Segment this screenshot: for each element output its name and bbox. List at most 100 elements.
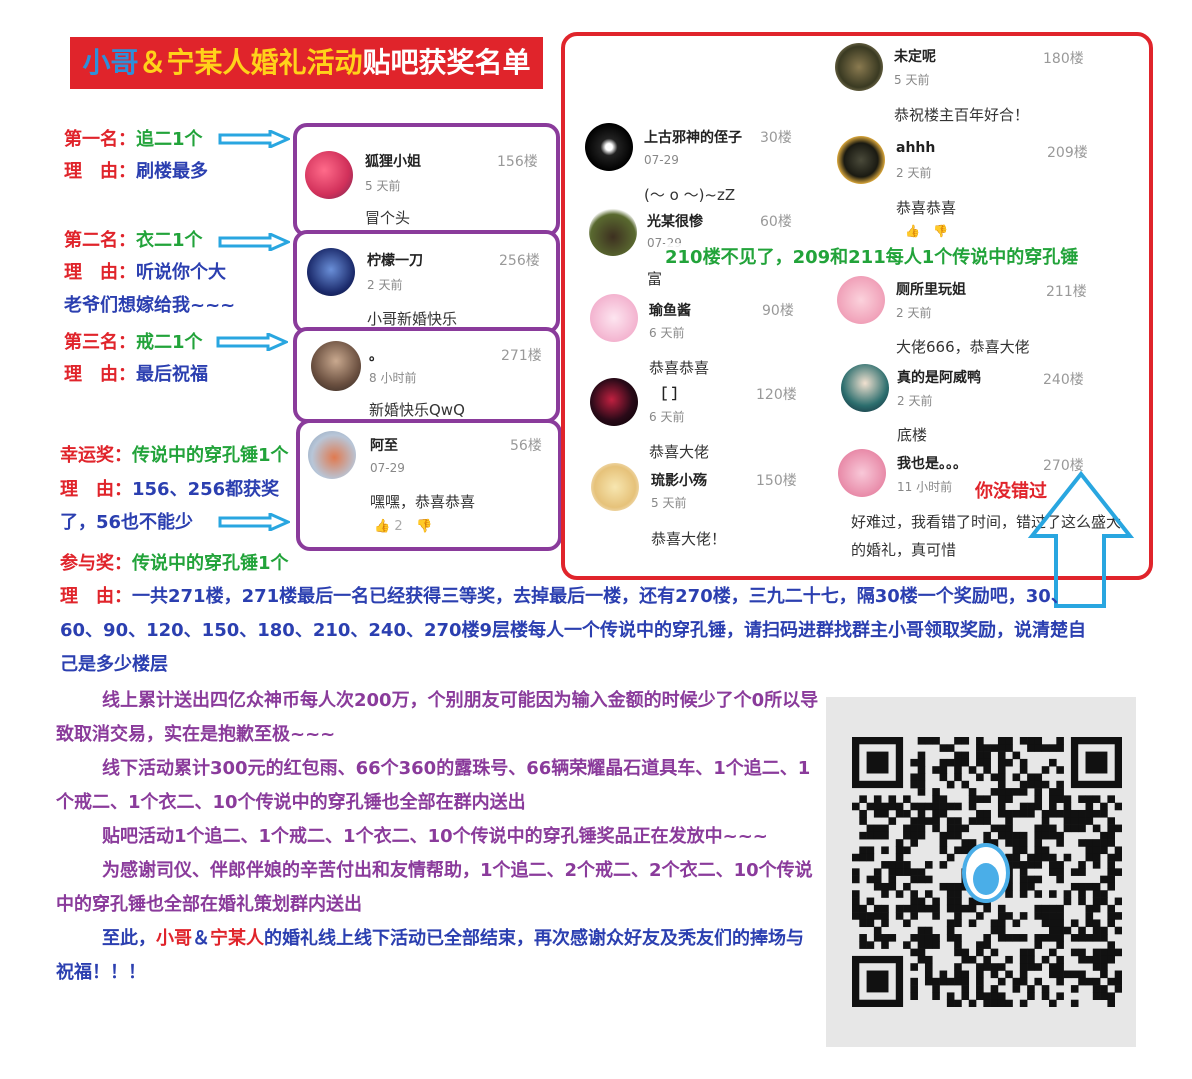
arrow-icon-third (216, 333, 288, 351)
post-time: 5 天前 (365, 179, 401, 193)
lucky-prize-line: 幸运奖：传说中的穿孔锤1个 (60, 444, 289, 468)
lucky-reason-label: 理 由： (60, 479, 132, 500)
arrow-icon-second (218, 233, 290, 251)
paragraph-offline: 线下活动累计300元的红包雨、66个360的露珠号、66辆荣耀晶石道具车、1个追… (56, 758, 811, 813)
post-message: 大佬666，恭喜大佬 (896, 338, 1030, 356)
post-username[interactable]: 光某很惨 (647, 211, 703, 231)
second-prize: 衣二1个 (136, 230, 203, 251)
paragraph-thanks: 为感谢司仪、伴郎伴娘的辛苦付出和友情帮助，1个追二、2个戒二、2个衣二、10个传… (56, 860, 813, 915)
post-floor: 156楼 (497, 154, 538, 170)
post-time: 2 天前 (897, 394, 933, 408)
avatar (311, 341, 361, 391)
post-floor: 256楼 (499, 253, 540, 269)
post-username[interactable]: 未定呢 (894, 46, 936, 66)
first-prize-line: 第一名：追二1个 (64, 128, 203, 152)
third-reason-label: 理 由： (64, 364, 136, 385)
post-floor: 30楼 (760, 130, 792, 146)
post-username[interactable]: 我也是。。。 (897, 453, 967, 473)
lucky-reason-line: 理 由：156、256都获奖 (60, 478, 279, 502)
post-username[interactable]: 阿至 (370, 435, 398, 455)
post-username[interactable]: 上古邪神的侄子 (644, 127, 742, 147)
third-reason: 最后祝福 (136, 364, 208, 385)
post-time: 5 天前 (894, 73, 930, 87)
participation-prize: 传说中的穿孔锤1个 (132, 553, 289, 574)
avatar (589, 208, 637, 256)
title-banner: 小哥＆宁某人婚礼活动贴吧获奖名单 (70, 37, 543, 89)
avatar (308, 431, 356, 479)
post-username[interactable]: 狐狸小姐 (365, 151, 421, 171)
post-username[interactable]: 瑜鱼酱 (649, 300, 691, 320)
closing-c: ＆ (192, 928, 210, 949)
post-time: 8 小时前 (369, 371, 417, 385)
second-prize-line: 第二名：衣二1个 (64, 229, 203, 253)
post-username[interactable]: 真的是阿威鸭 (897, 367, 981, 387)
title-part-1: 小哥 (82, 46, 139, 79)
like-count: 2 (394, 519, 403, 534)
lucky-reason-2: 了，56也不能少 (60, 512, 194, 533)
avatar (838, 449, 886, 497)
avatar (841, 364, 889, 412)
second-reason-1: 听说你个大 (136, 262, 226, 283)
second-reason-2: 老爷们想嫁给我~~~ (64, 295, 236, 316)
post-message: 底楼 (897, 426, 928, 444)
qr-code-panel[interactable] (826, 697, 1136, 1047)
post-floor: 180楼 (1043, 51, 1084, 67)
title-part-2: ＆ (138, 46, 167, 79)
post-username[interactable]: 琉影小殇 (651, 470, 707, 490)
post-message: 新婚快乐QwQ (369, 401, 465, 419)
lucky-rank: 幸运奖： (60, 445, 132, 466)
note-floor-210: 210楼不见了，209和211每人1个传说中的穿孔锤 (665, 243, 1079, 269)
participation-rank: 参与奖： (60, 553, 132, 574)
post-time: 2 天前 (896, 166, 932, 180)
post-message: 富 (647, 270, 663, 288)
title-part-3: 宁某人 (166, 46, 251, 79)
thumbs-up-icon[interactable]: 👍 (905, 224, 920, 238)
first-reason: 刷楼最多 (136, 161, 208, 182)
closing-d: 宁某人 (210, 928, 264, 949)
title-part-4: 婚礼活动 (250, 46, 363, 79)
thumbs-up-icon: 👍 (374, 519, 391, 534)
paragraph-online: 线上累计送出四亿众神币每人次200万，个别朋友可能因为输入金额的时候少了个0所以… (56, 690, 819, 745)
post-floor: 240楼 (1043, 372, 1084, 388)
avatar (837, 276, 885, 324)
avatar (590, 378, 638, 426)
post-time: 6 天前 (649, 326, 685, 340)
qq-penguin-icon (962, 843, 1010, 903)
avatar (305, 151, 353, 199)
participation-prize-line: 参与奖：传说中的穿孔锤1个 (60, 552, 289, 576)
arrow-icon-first (218, 130, 290, 148)
lucky-reason-1: 156、256都获奖 (132, 479, 280, 500)
third-prize-line: 第三名：戒二1个 (64, 331, 203, 355)
post-floor: 271楼 (501, 348, 542, 364)
first-reason-label: 理 由： (64, 161, 136, 182)
paragraph-tieba: 贴吧活动1个追二、1个戒二、1个衣二、10个传说中的穿孔锤奖品正在发放中~~~ (102, 826, 768, 847)
thumbs-down-icon[interactable]: 👎 (933, 224, 948, 238)
post-time: 6 天前 (649, 410, 685, 424)
post-message: 嘿嘿，恭喜恭喜 (370, 493, 476, 511)
third-reason-line: 理 由：最后祝福 (64, 363, 208, 387)
post-card-156: 狐狸小姐 156楼 5 天前 冒个头 (293, 123, 560, 237)
first-prize: 追二1个 (136, 129, 203, 150)
post-username[interactable]: 柠檬一刀 (367, 250, 423, 270)
post-message: 恭祝楼主百年好合！ (894, 106, 1030, 124)
post-username[interactable]: 厕所里玩姐 (896, 279, 966, 299)
post-card-56: 阿至 56楼 07-29 嘿嘿，恭喜恭喜 👍 2 👎 (296, 419, 562, 551)
post-username[interactable]: ［ ］ (653, 384, 686, 404)
post-floor: 90楼 (762, 303, 794, 319)
post-message: 恭喜大佬 (649, 443, 710, 461)
post-time: 5 天前 (651, 496, 687, 510)
arrow-icon-lucky (218, 513, 290, 531)
avatar (307, 248, 355, 296)
participation-reason: 一共271楼，271楼最后一名已经获得三等奖，去掉最后一楼，还有270楼，三九二… (60, 586, 1087, 675)
post-floor: 209楼 (1047, 145, 1088, 161)
post-time: 07-29 (644, 153, 679, 167)
post-floor: 56楼 (510, 438, 542, 454)
post-floor: 120楼 (756, 387, 797, 403)
post-floor: 211楼 (1046, 284, 1087, 300)
post-username[interactable]: ahhh (896, 140, 935, 156)
post-username[interactable]: 。 (369, 345, 383, 365)
thumbs-down-icon[interactable]: 👎 (416, 519, 432, 534)
like-button[interactable]: 👍 2 (374, 519, 403, 534)
first-reason-line: 理 由：刷楼最多 (64, 160, 208, 184)
post-message: 小哥新婚快乐 (367, 310, 458, 328)
